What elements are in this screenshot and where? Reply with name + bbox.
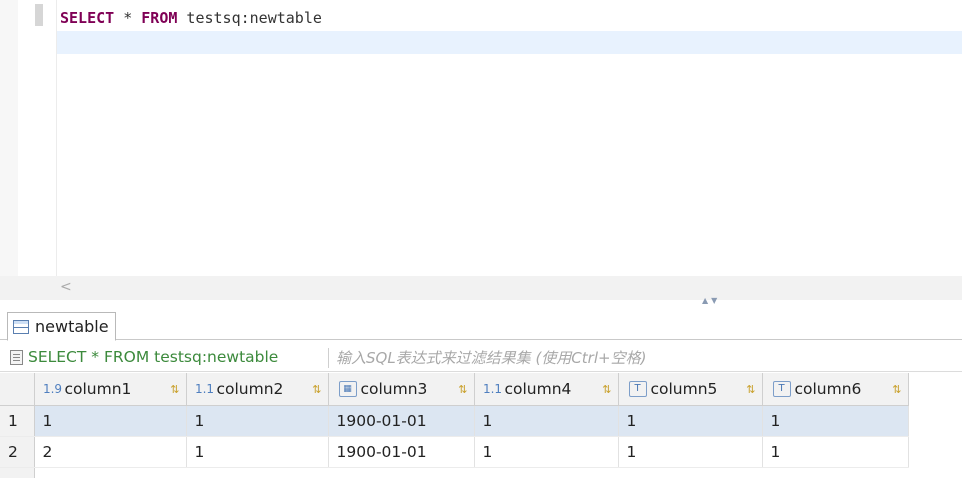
column-header-column2[interactable]: 1.1 column2⇅: [186, 373, 328, 406]
date-type-icon: ▦: [339, 381, 357, 397]
table-cell[interactable]: 2: [34, 437, 186, 468]
numeric-type-icon: 1.1: [485, 382, 501, 396]
column-label: column5: [651, 380, 747, 398]
tab-newtable[interactable]: newtable: [7, 312, 116, 341]
table-icon: [13, 320, 29, 334]
empty-row: [0, 468, 908, 478]
table-cell[interactable]: 1900-01-01: [328, 437, 474, 468]
empty-cell: [328, 468, 474, 478]
table-cell[interactable]: 1: [186, 406, 328, 437]
filter-bar: SELECT * FROM testsq:newtable: [0, 344, 962, 372]
table-row[interactable]: 2 2 1 1900-01-01 1 1 1: [0, 437, 908, 468]
text-type-icon: T: [629, 381, 647, 397]
sql-document-icon: [10, 350, 23, 365]
numeric-type-icon: 1.1: [197, 382, 213, 396]
column-label: column4: [505, 380, 603, 398]
table-cell[interactable]: 1: [474, 437, 618, 468]
sql-keyword-from: FROM: [141, 9, 177, 27]
empty-cell: [762, 468, 908, 478]
sort-icon[interactable]: ⇅: [602, 383, 611, 396]
column-header-column5[interactable]: Tcolumn5⇅: [618, 373, 762, 406]
editor-ruler-marker: [35, 4, 43, 26]
editor-gutter: [0, 0, 18, 276]
sort-icon[interactable]: ⇅: [892, 383, 901, 396]
table-cell[interactable]: 1900-01-01: [328, 406, 474, 437]
row-number-header: [0, 373, 34, 406]
text-type-icon: T: [773, 381, 791, 397]
scroll-left-icon[interactable]: <: [60, 279, 72, 295]
table-cell[interactable]: 1: [762, 406, 908, 437]
table-cell[interactable]: 1: [618, 437, 762, 468]
table-cell[interactable]: 1: [762, 437, 908, 468]
empty-cell: [186, 468, 328, 478]
sql-editor[interactable]: SELECT * FROM testsq:newtable: [0, 0, 962, 276]
editor-horizontal-scrollbar[interactable]: <: [0, 276, 962, 300]
result-tab-bar: newtable: [0, 309, 962, 340]
sql-keyword-select: SELECT: [60, 9, 114, 27]
sort-icon[interactable]: ⇅: [458, 383, 467, 396]
column-header-column6[interactable]: Tcolumn6⇅: [762, 373, 908, 406]
sort-icon[interactable]: ⇅: [746, 383, 755, 396]
column-label: column6: [795, 380, 893, 398]
table-cell[interactable]: 1: [474, 406, 618, 437]
sort-icon[interactable]: ⇅: [170, 383, 179, 396]
table-cell[interactable]: 1: [618, 406, 762, 437]
column-label: column2: [217, 380, 313, 398]
column-label: column3: [361, 380, 459, 398]
filter-query-text: SELECT * FROM testsq:newtable: [28, 347, 278, 368]
numeric-type-icon: 1.9: [45, 382, 61, 396]
table-cell[interactable]: 1: [186, 437, 328, 468]
column-label: column1: [65, 380, 171, 398]
filter-input[interactable]: [336, 347, 956, 368]
editor-current-line[interactable]: [57, 31, 962, 54]
results-grid: 1.9column1⇅ 1.1column2⇅ ▦column3⇅ 1.1col…: [0, 373, 909, 478]
filter-divider: [328, 348, 329, 368]
editor-line-1[interactable]: SELECT * FROM testsq:newtable: [60, 7, 322, 29]
row-number[interactable]: 2: [0, 437, 34, 468]
empty-cell: [618, 468, 762, 478]
panel-resize-arrows-icon[interactable]: ▲▼: [702, 296, 720, 305]
sql-table-ref: testsq:newtable: [177, 9, 322, 27]
column-header-column4[interactable]: 1.1 column4⇅: [474, 373, 618, 406]
table-cell[interactable]: 1: [34, 406, 186, 437]
tab-label: newtable: [35, 317, 109, 336]
empty-cell: [474, 468, 618, 478]
column-header-column1[interactable]: 1.9 column1⇅: [34, 373, 186, 406]
column-header-column3[interactable]: ▦column3⇅: [328, 373, 474, 406]
sort-icon[interactable]: ⇅: [312, 383, 321, 396]
filter-query[interactable]: SELECT * FROM testsq:newtable: [10, 347, 278, 368]
sql-star: *: [114, 9, 141, 27]
empty-cell: [34, 468, 186, 478]
table-row[interactable]: 1 1 1 1900-01-01 1 1 1: [0, 406, 908, 437]
row-number[interactable]: 1: [0, 406, 34, 437]
row-number-empty: [0, 468, 34, 478]
